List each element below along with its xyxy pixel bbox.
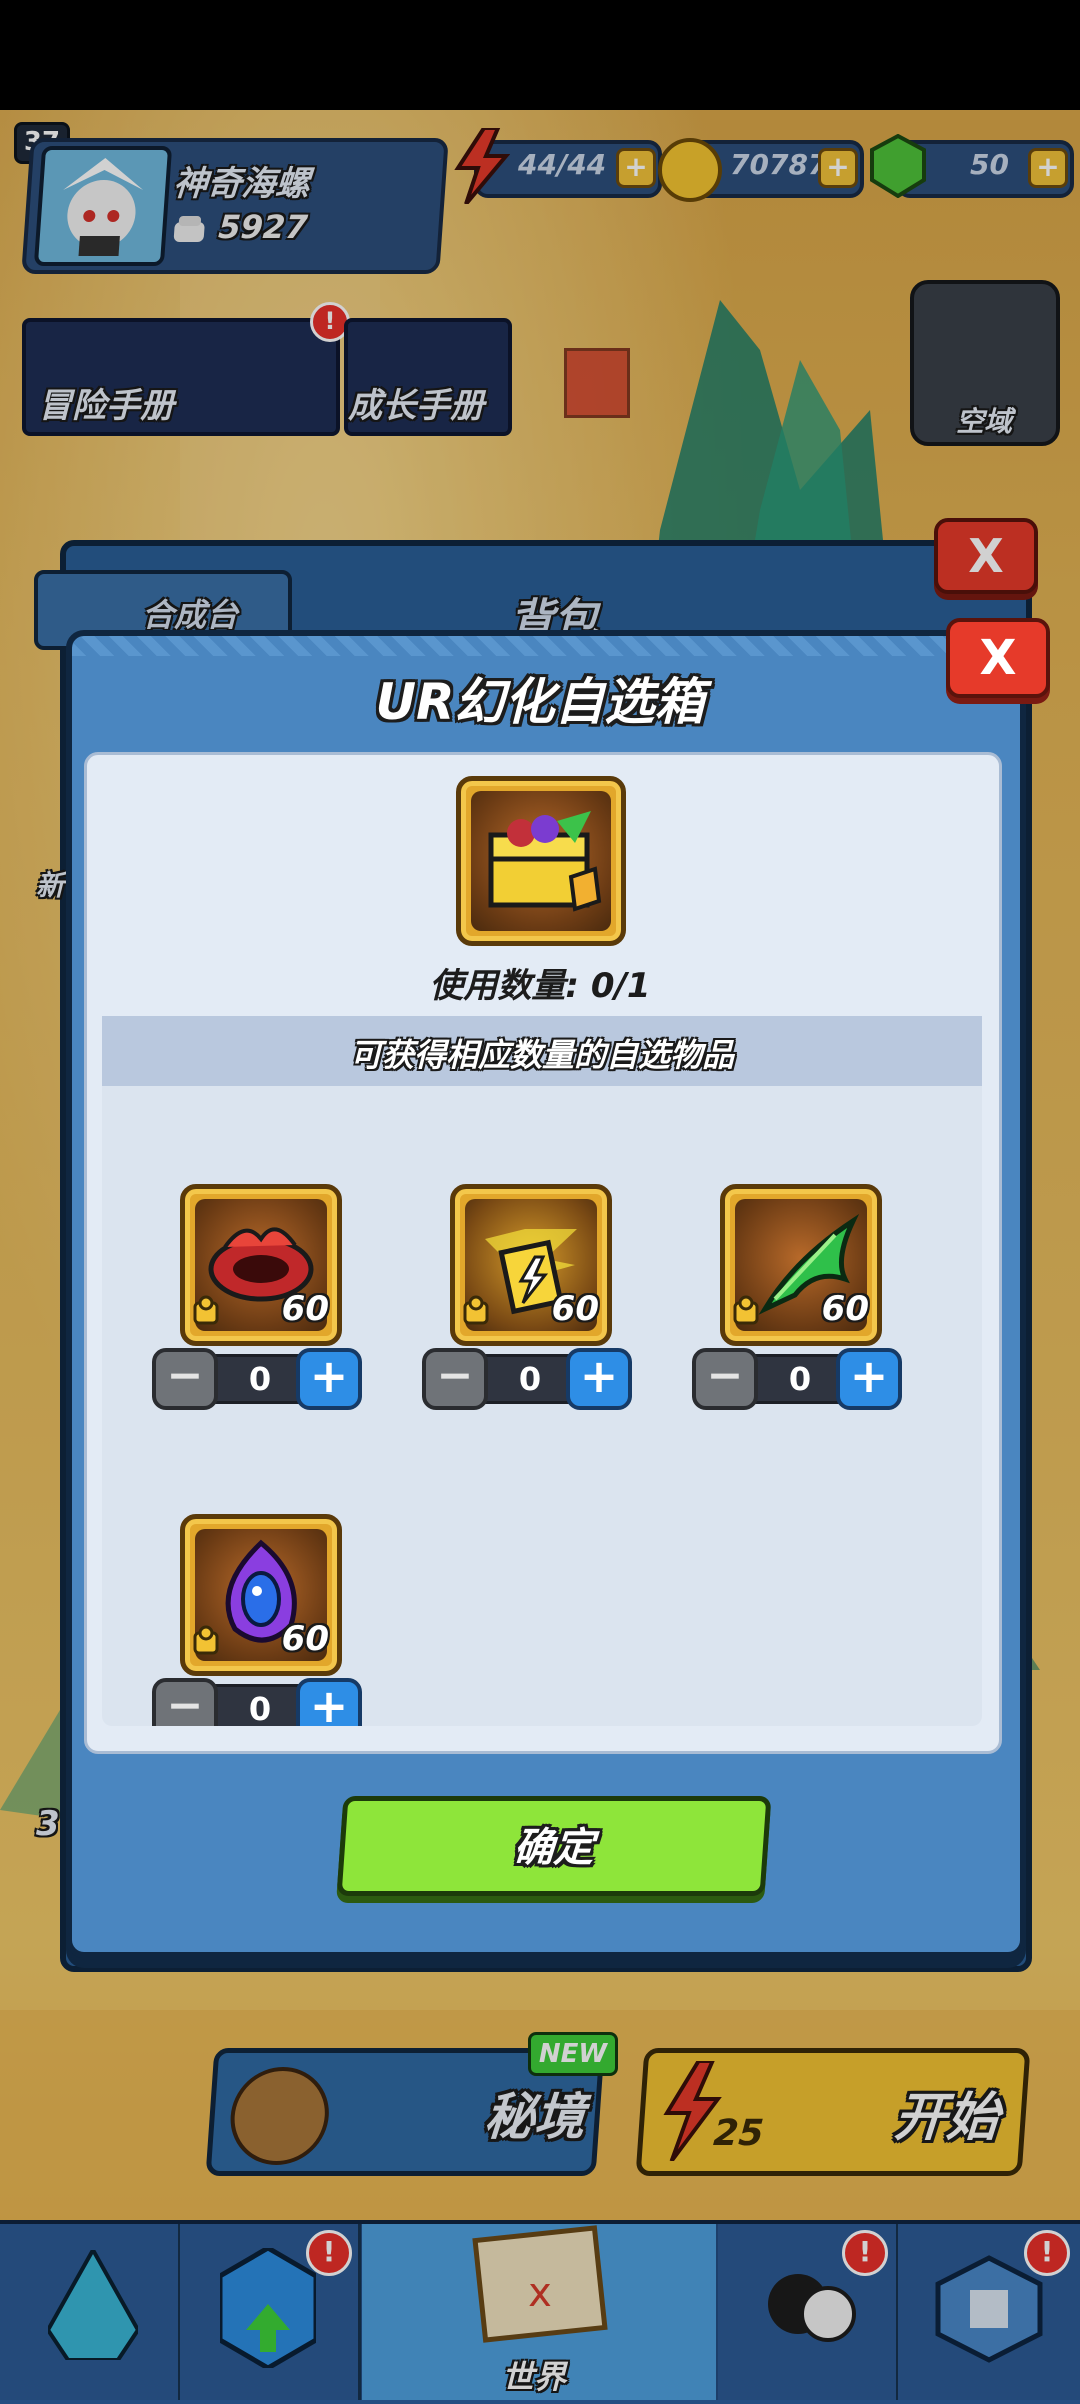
use-count-label: 使用数量: 0/1 xyxy=(429,966,651,1006)
dialog-subtitle: 可获得相应数量的自选物品 xyxy=(349,1036,734,1074)
increase-button[interactable]: + xyxy=(836,1348,902,1410)
list-item: 60 0 − + xyxy=(152,1514,400,1726)
quantity-stepper: 0 − + xyxy=(152,1348,362,1410)
list-item: 60 0 − + xyxy=(152,1184,400,1424)
list-item: 60 0 − + xyxy=(692,1184,940,1424)
quantity-stepper: 0 − + xyxy=(422,1348,632,1410)
puzzle-piece-icon xyxy=(731,1295,761,1325)
increase-button[interactable]: + xyxy=(566,1348,632,1410)
quantity-stepper: 0 − + xyxy=(692,1348,902,1410)
item-amount: 60 xyxy=(281,1619,329,1659)
chest-item xyxy=(456,776,626,946)
item-amount: 60 xyxy=(821,1289,869,1329)
puzzle-piece-icon xyxy=(191,1625,221,1655)
increase-button[interactable]: + xyxy=(296,1348,362,1410)
item-amount: 60 xyxy=(551,1289,599,1329)
item-card[interactable]: 60 xyxy=(180,1184,342,1346)
confirm-label: 确定 xyxy=(512,1825,596,1871)
item-card[interactable]: 60 xyxy=(450,1184,612,1346)
dialog-title: UR幻化自选箱 xyxy=(375,673,705,731)
item-grid[interactable]: 60 0 − + 60 0 − + 60 0 − + 60 0 − + xyxy=(102,1086,982,1726)
decrease-button[interactable]: − xyxy=(692,1348,758,1410)
item-card[interactable]: 60 xyxy=(720,1184,882,1346)
increase-button[interactable]: + xyxy=(296,1678,362,1726)
quantity-stepper: 0 − + xyxy=(152,1678,362,1726)
dialog-close-button[interactable]: X xyxy=(946,618,1050,698)
puzzle-piece-icon xyxy=(191,1295,221,1325)
decrease-button[interactable]: − xyxy=(152,1348,218,1410)
confirm-button[interactable]: 确定 xyxy=(336,1796,772,1896)
decrease-button[interactable]: − xyxy=(422,1348,488,1410)
treasure-chest-icon xyxy=(488,811,602,912)
decrease-button[interactable]: − xyxy=(152,1678,218,1726)
puzzle-piece-icon xyxy=(461,1295,491,1325)
item-card[interactable]: 60 xyxy=(180,1514,342,1676)
list-item: 60 0 − + xyxy=(422,1184,670,1424)
item-amount: 60 xyxy=(281,1289,329,1329)
dialog-header-pattern xyxy=(72,636,1020,656)
